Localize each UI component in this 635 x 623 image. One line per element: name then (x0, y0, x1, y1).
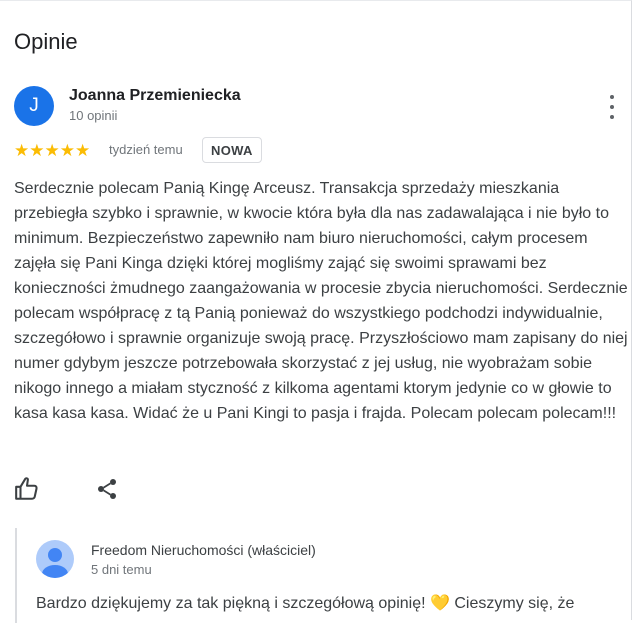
reviewer-review-count: 10 opinii (69, 108, 118, 123)
review-text: Serdecznie polecam Panią Kingę Arceusz. … (14, 180, 628, 422)
owner-reply-text: Bardzo dziękujemy za tak piękną i szczeg… (36, 595, 575, 612)
owner-reply-time: 5 dni temu (91, 562, 152, 577)
review-time: tydzień temu (109, 142, 183, 157)
reply-divider (15, 528, 17, 623)
more-vertical-icon-dot (610, 105, 614, 109)
reviewer-name[interactable]: Joanna Przemieniecka (69, 87, 241, 105)
more-options-button[interactable] (600, 93, 624, 121)
new-badge: NOWA (202, 137, 262, 163)
like-button[interactable] (14, 476, 40, 502)
owner-name: Freedom Nieruchomości (właściciel) (91, 542, 316, 558)
owner-avatar (36, 540, 74, 578)
reviewer-avatar[interactable]: J (14, 86, 54, 126)
section-title: Opinie (14, 29, 78, 54)
share-icon (98, 479, 116, 499)
star-rating: ★★★★★ (14, 141, 91, 160)
more-vertical-icon-dot (610, 115, 614, 119)
share-button[interactable] (95, 477, 119, 501)
reviews-panel: Opinie J Joanna Przemieniecka 10 opinii … (0, 0, 632, 623)
person-icon (42, 548, 68, 578)
thumbs-up-icon (15, 477, 38, 500)
more-vertical-icon (610, 95, 614, 99)
